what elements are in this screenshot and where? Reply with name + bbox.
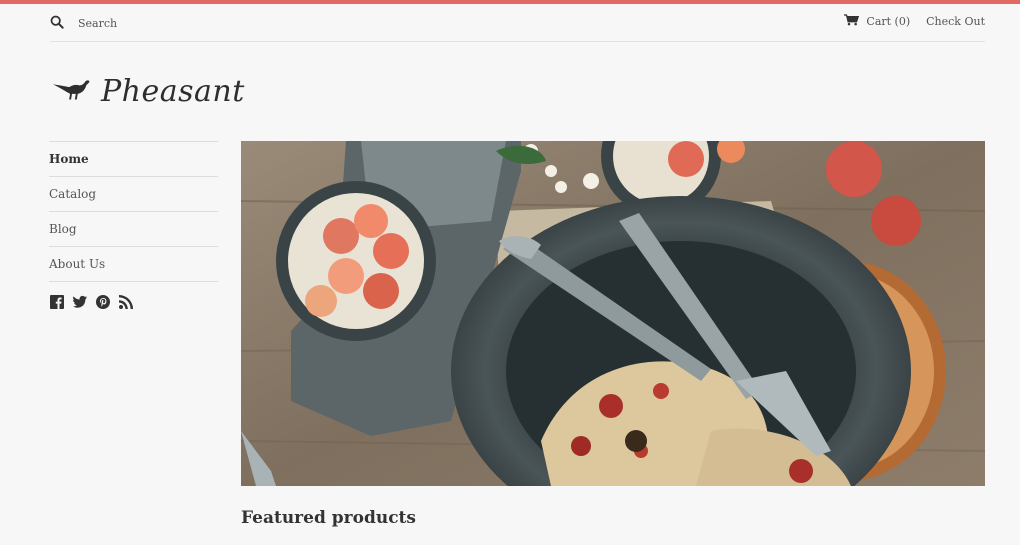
nav-item-catalog[interactable]: Catalog	[49, 176, 218, 211]
pheasant-bird-icon	[51, 75, 93, 109]
featured-products-heading: Featured products	[241, 508, 416, 528]
facebook-icon[interactable]	[50, 295, 64, 309]
twitter-icon[interactable]	[73, 295, 87, 309]
cart-label: Cart (0)	[866, 15, 911, 28]
logo-text: Pheasant	[101, 74, 245, 109]
checkout-link[interactable]: Check Out	[926, 15, 985, 28]
search-link[interactable]: Search	[50, 14, 117, 33]
nav-item-about-us[interactable]: About Us	[49, 246, 218, 282]
site-logo[interactable]: Pheasant	[51, 74, 245, 109]
site-header: Search Cart (0) Check Out	[50, 4, 985, 42]
search-icon	[50, 14, 64, 33]
nav-item-blog[interactable]: Blog	[49, 211, 218, 246]
social-links	[50, 295, 133, 309]
search-label: Search	[78, 17, 118, 30]
hero-image	[241, 141, 985, 486]
cart-icon	[844, 14, 866, 29]
nav-item-home[interactable]: Home	[49, 141, 218, 176]
pinterest-icon[interactable]	[96, 295, 110, 309]
rss-icon[interactable]	[119, 295, 133, 309]
cart-link[interactable]: Cart (0)	[844, 14, 910, 29]
sidebar-nav: Home Catalog Blog About Us	[49, 141, 218, 282]
